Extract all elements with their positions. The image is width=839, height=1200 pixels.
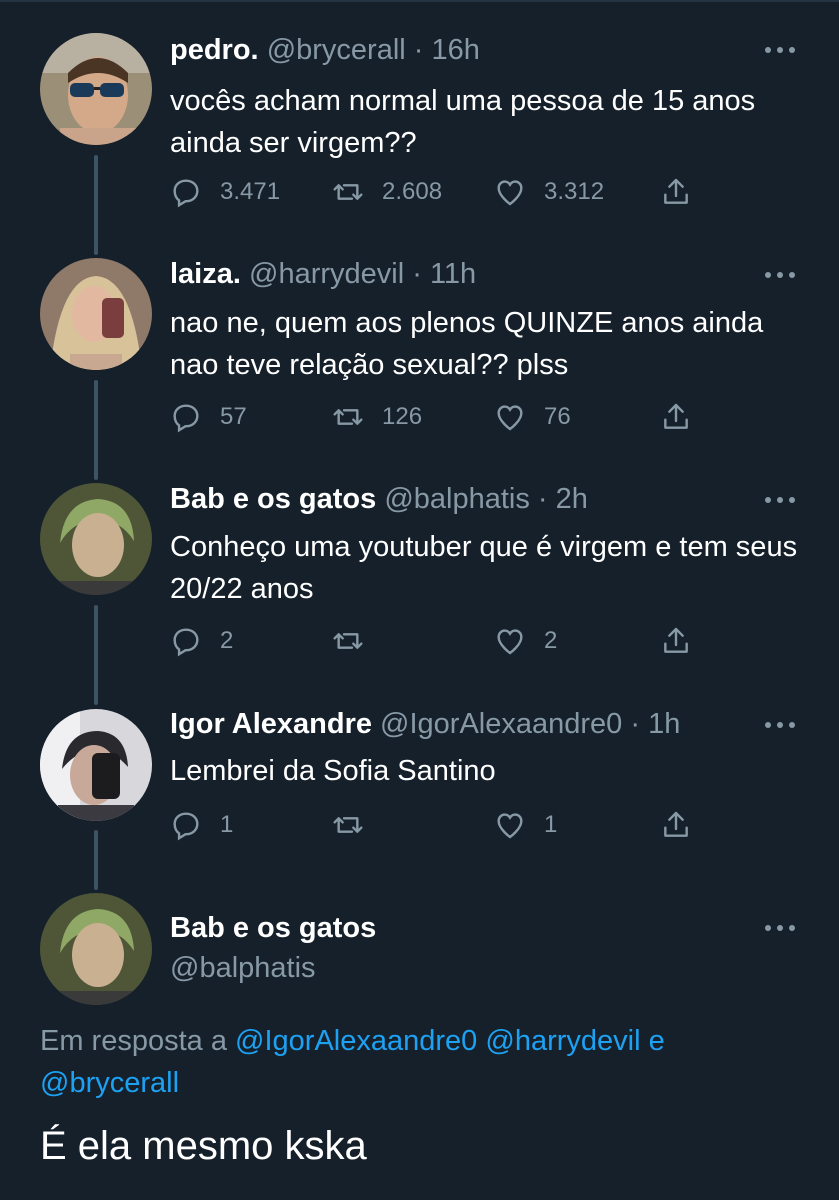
reply-count: 3.471: [220, 178, 281, 205]
separator: ·: [404, 258, 430, 290]
tweet-text: Conheço uma youtuber que é virgem e tem …: [170, 531, 798, 605]
like-icon: [497, 180, 523, 206]
retweet-count: 2.608: [382, 178, 443, 205]
avatar[interactable]: [40, 483, 152, 595]
like-icon: [497, 629, 523, 655]
more-icon[interactable]: [762, 715, 798, 735]
like-count: 1: [544, 811, 558, 838]
avatar[interactable]: [40, 258, 152, 370]
thread-line: [94, 830, 98, 890]
avatar[interactable]: [40, 709, 152, 821]
reply-count: 57: [220, 403, 247, 430]
separator: ·: [405, 34, 432, 66]
like-count: 2: [544, 627, 558, 654]
thread-line: [94, 380, 98, 480]
timestamp[interactable]: 2h: [556, 483, 588, 515]
reply-button[interactable]: 1: [170, 805, 233, 845]
display-name[interactable]: Igor Alexandre: [170, 708, 372, 740]
share-icon: [664, 403, 688, 429]
thread-line: [94, 155, 98, 255]
reply-count: 2: [220, 627, 234, 654]
tweet-text: Lembrei da Sofia Santino: [170, 755, 496, 787]
tweet-header: Igor Alexandre @IgorAlexaandre0 · 1h: [170, 708, 680, 741]
user-handle[interactable]: @balphatis: [384, 483, 530, 515]
like-count: 3.312: [544, 178, 605, 205]
tweet-header: laiza. @harrydevil · 11h: [170, 258, 476, 291]
reply-icon: [173, 812, 199, 841]
reply-icon: [173, 179, 199, 208]
timestamp[interactable]: 11h: [430, 258, 476, 290]
retweet-icon: [333, 184, 363, 200]
avatar[interactable]: [40, 33, 152, 145]
share-icon: [664, 178, 688, 204]
more-icon[interactable]: [762, 918, 798, 938]
reply-button[interactable]: 2: [170, 621, 233, 661]
share-button[interactable]: [660, 172, 692, 212]
like-button[interactable]: 76: [494, 397, 571, 437]
tweet-text: vocês acham normal uma pessoa de 15 anos…: [170, 85, 756, 159]
tweet-actions: 2 2: [170, 621, 710, 661]
separator: ·: [622, 708, 649, 740]
tweet-actions: 3.471 2.608 3.312: [170, 172, 710, 212]
reply-icon: [173, 404, 199, 433]
tweet-header: Bab e os gatos @balphatis · 2h: [170, 483, 588, 516]
retweet-count: 126: [382, 403, 423, 430]
retweet-button[interactable]: 126: [332, 397, 422, 437]
user-handle[interactable]: @harrydevil: [249, 258, 404, 290]
display-name[interactable]: Bab e os gatos: [170, 483, 376, 515]
timestamp[interactable]: 16h: [432, 34, 480, 66]
share-button[interactable]: [660, 397, 692, 437]
timestamp[interactable]: 1h: [648, 708, 680, 740]
mention-link[interactable]: @IgorAlexaandre0: [235, 1025, 477, 1057]
reply-button[interactable]: 57: [170, 397, 247, 437]
tweet-header: pedro. @brycerall · 16h: [170, 34, 480, 67]
display-name[interactable]: pedro.: [170, 34, 259, 66]
reply-context: Em resposta a @IgorAlexaandre0 @harrydev…: [40, 1020, 800, 1104]
user-handle[interactable]: @brycerall: [267, 34, 406, 66]
retweet-button[interactable]: [332, 805, 382, 845]
share-icon: [664, 627, 688, 653]
share-button[interactable]: [660, 805, 692, 845]
separator: ·: [529, 483, 556, 515]
more-icon[interactable]: [762, 40, 798, 60]
like-icon: [497, 405, 523, 431]
user-handle[interactable]: @balphatis: [170, 952, 316, 985]
mention-conjunction: e: [648, 1025, 665, 1057]
like-button[interactable]: 3.312: [494, 172, 604, 212]
like-button[interactable]: 2: [494, 621, 557, 661]
more-icon[interactable]: [762, 265, 798, 285]
share-button[interactable]: [660, 621, 692, 661]
like-icon: [497, 813, 523, 839]
retweet-icon: [333, 633, 363, 649]
main-tweet-text: É ela mesmo kska: [40, 1124, 367, 1168]
user-handle[interactable]: @IgorAlexaandre0: [380, 708, 622, 740]
tweet-text: nao ne, quem aos plenos QUINZE anos aind…: [170, 307, 764, 381]
avatar[interactable]: [40, 893, 152, 1005]
reply-icon: [173, 628, 199, 657]
retweet-icon: [333, 817, 363, 833]
retweet-icon: [333, 409, 363, 425]
top-divider: [0, 0, 839, 2]
tweet-actions: 1 1: [170, 805, 710, 845]
share-icon: [664, 811, 688, 837]
like-button[interactable]: 1: [494, 805, 557, 845]
mention-link[interactable]: @harrydevil: [485, 1025, 640, 1057]
like-count: 76: [544, 403, 571, 430]
mention-link[interactable]: @brycerall: [40, 1067, 179, 1099]
display-name[interactable]: laiza.: [170, 258, 241, 290]
more-icon[interactable]: [762, 490, 798, 510]
thread-line: [94, 605, 98, 705]
reply-count: 1: [220, 811, 234, 838]
display-name[interactable]: Bab e os gatos: [170, 912, 376, 945]
retweet-button[interactable]: 2.608: [332, 172, 442, 212]
tweet-actions: 57 126 76: [170, 397, 710, 437]
retweet-button[interactable]: [332, 621, 382, 661]
reply-button[interactable]: 3.471: [170, 172, 280, 212]
reply-prefix: Em resposta a: [40, 1025, 227, 1057]
